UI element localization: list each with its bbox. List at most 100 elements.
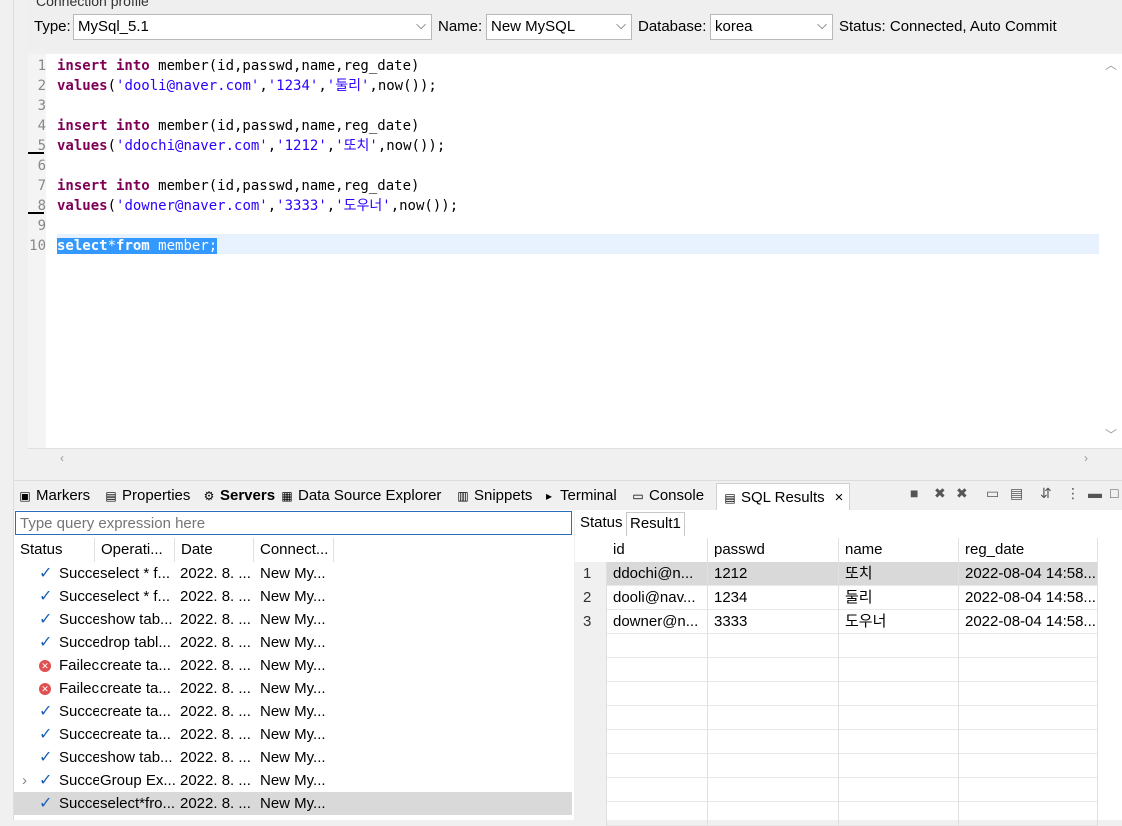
scroll-right-icon[interactable]: ›	[1084, 451, 1088, 465]
maximize-icon[interactable]: □	[1110, 485, 1118, 501]
history-row[interactable]: ✓ Succe select * f... 2022. 8. ... New My...	[14, 562, 572, 585]
history-column-header[interactable]: Operati...	[95, 538, 175, 562]
stop-icon[interactable]: ■	[910, 485, 918, 501]
name-combo[interactable]: New MySQL ⌵	[486, 14, 632, 40]
query-expression-input[interactable]	[15, 511, 572, 535]
history-status: Failec	[59, 680, 99, 697]
close-icon[interactable]: ×	[835, 489, 844, 506]
tab-markers[interactable]: ▣ Markers	[18, 487, 90, 504]
result-cell-empty	[959, 706, 1098, 730]
result-tab-status[interactable]: Status	[577, 512, 626, 536]
tab-label: SQL Results	[741, 489, 825, 506]
tab-console[interactable]: ▭ Console	[631, 487, 704, 504]
result-cell-passwd[interactable]: 1212	[708, 562, 839, 586]
database-combo[interactable]: korea ⌵	[710, 14, 833, 40]
type-combo[interactable]: MySql_5.1 ⌵	[73, 14, 432, 40]
result-cell-id[interactable]: ddochi@n...	[607, 562, 708, 586]
code-line[interactable]: insert into member(id,passwd,name,reg_da…	[57, 116, 419, 136]
sql-editor[interactable]: 1 2 3 4 5 6 7 8 9 10 insert into member(id,passwd…	[28, 54, 1122, 468]
line-marker	[28, 212, 44, 214]
result-cell-id[interactable]: downer@n...	[607, 610, 708, 634]
sql-keyword: values	[57, 198, 108, 214]
tab-snippets[interactable]: ▥ Snippets	[456, 487, 532, 504]
history-row[interactable]: ✕ Failec create ta... 2022. 8. ... New My...	[14, 677, 572, 700]
scroll-left-icon[interactable]: ‹	[60, 451, 64, 465]
expand-chevron-icon[interactable]: ›	[22, 769, 27, 792]
tab-terminal[interactable]: ▸ Terminal	[542, 487, 617, 504]
history-row[interactable]: ✓ Succe select*fro... 2022. 8. ... New My...	[14, 792, 572, 815]
scroll-down-icon[interactable]: ﹀	[1105, 426, 1117, 443]
tab-data-source-explorer[interactable]: ▦ Data Source Explorer	[280, 487, 441, 504]
remove-icon[interactable]: ✖	[934, 485, 946, 502]
selected-text[interactable]: select*from member;	[57, 238, 218, 254]
result-column-header[interactable]: id	[607, 538, 708, 562]
history-row[interactable]: ✓ Succe select * f... 2022. 8. ... New My...	[14, 585, 572, 608]
code-line[interactable]: insert into member(id,passwd,name,reg_da…	[57, 176, 419, 196]
history-operation: select*fro...	[100, 795, 176, 812]
pin-icon[interactable]: ⇵	[1040, 485, 1052, 502]
result-cell-id[interactable]: dooli@nav...	[607, 586, 708, 610]
name-label: Name:	[438, 18, 483, 35]
result-column-header[interactable]: name	[839, 538, 959, 562]
history-row[interactable]: ✕ Failec create ta... 2022. 8. ... New My...	[14, 654, 572, 677]
history-operation: create ta...	[100, 703, 171, 720]
code-line[interactable]: insert into member(id,passwd,name,reg_da…	[57, 56, 419, 76]
history-row[interactable]: ✓ Succe show tab... 2022. 8. ... New My...	[14, 746, 572, 769]
minimize-icon[interactable]: ▬	[1088, 485, 1102, 501]
sql-history-panel: StatusOperati...DateConnect... ✓Succesel…	[14, 510, 574, 820]
history-row[interactable]: ✓ Succe create ta... 2022. 8. ... New My...	[14, 700, 572, 723]
tab-servers[interactable]: ⚙ Servers	[202, 487, 275, 504]
result-tab-result1[interactable]: Result1	[626, 512, 685, 536]
history-column-header[interactable]: Connect...	[254, 538, 334, 562]
history-status: Succe	[59, 703, 99, 720]
code-line[interactable]: values('dooli@naver.com','1234','둘리',now…	[57, 76, 437, 96]
line-number: 10	[29, 238, 46, 254]
editor-vertical-scrollbar[interactable]: ︿ ﹀	[1100, 54, 1122, 448]
row-number-empty	[575, 658, 607, 682]
result-cell-reg_date[interactable]: 2022-08-04 14:58...	[959, 610, 1098, 634]
result-cell-reg_date[interactable]: 2022-08-04 14:58...	[959, 586, 1098, 610]
history-status: Succe	[59, 634, 99, 651]
result-cell-passwd[interactable]: 3333	[708, 610, 839, 634]
view-menu-icon[interactable]: ⋮	[1066, 485, 1080, 502]
success-check-icon: ✓	[39, 565, 53, 582]
history-row[interactable]: › ✓ Succe Group Ex... 2022. 8. ... New My...	[14, 769, 572, 792]
result-row[interactable]: 2 dooli@nav... 1234 둘리 2022-08-04 14:58...	[575, 586, 1098, 610]
history-row[interactable]: ✓ Succe drop tabl... 2022. 8. ... New My...	[14, 631, 572, 654]
history-column-header[interactable]: Status	[14, 538, 95, 562]
history-column-header[interactable]: Date	[175, 538, 254, 562]
history-connection: New My...	[260, 634, 326, 651]
line-number: 2	[37, 78, 46, 94]
scroll-up-icon[interactable]: ︿	[1105, 56, 1117, 73]
result-row[interactable]: 1 ddochi@n... 1212 또치 2022-08-04 14:58...	[575, 562, 1098, 586]
tab-properties[interactable]: ▤ Properties	[104, 487, 190, 504]
result-column-header[interactable]: passwd	[708, 538, 839, 562]
row-number-empty	[575, 754, 607, 778]
result-cell-name[interactable]: 둘리	[839, 586, 959, 610]
sql-token: ,	[267, 138, 277, 154]
empty-result-row	[575, 658, 1098, 682]
code-line[interactable]: values('ddochi@naver.com','1212','또치',no…	[57, 136, 445, 156]
code-line[interactable]: select*from member;	[57, 236, 218, 256]
remove-all-icon[interactable]: ✖	[956, 485, 968, 502]
code-line[interactable]: values('downer@naver.com','3333','도우너',n…	[57, 196, 458, 216]
history-row[interactable]: ✓ Succe show tab... 2022. 8. ... New My...	[14, 608, 572, 631]
history-row[interactable]: ✓ Succe create ta... 2022. 8. ... New My...	[14, 723, 572, 746]
result-row[interactable]: 3 downer@n... 3333 도우너 2022-08-04 14:58...	[575, 610, 1098, 634]
history-operation: drop tabl...	[100, 634, 171, 651]
result-cell-empty	[708, 730, 839, 754]
line-number: 7	[37, 178, 46, 194]
tab-sql-results[interactable]: ▤ SQL Results ×	[716, 483, 851, 511]
layout-icon[interactable]: ▭	[986, 485, 999, 502]
result-cell-reg_date[interactable]: 2022-08-04 14:58...	[959, 562, 1098, 586]
sql-token: ,	[326, 138, 336, 154]
editor-horizontal-scrollbar[interactable]: ‹ ›	[28, 448, 1122, 468]
document-icon[interactable]: ▤	[1010, 485, 1023, 502]
result-cell-name[interactable]: 도우너	[839, 610, 959, 634]
result-column-header[interactable]: reg_date	[959, 538, 1098, 562]
result-cell-name[interactable]: 또치	[839, 562, 959, 586]
type-value: MySql_5.1	[78, 18, 149, 35]
history-connection: New My...	[260, 726, 326, 743]
sql-token: ,now());	[390, 198, 459, 214]
result-cell-passwd[interactable]: 1234	[708, 586, 839, 610]
